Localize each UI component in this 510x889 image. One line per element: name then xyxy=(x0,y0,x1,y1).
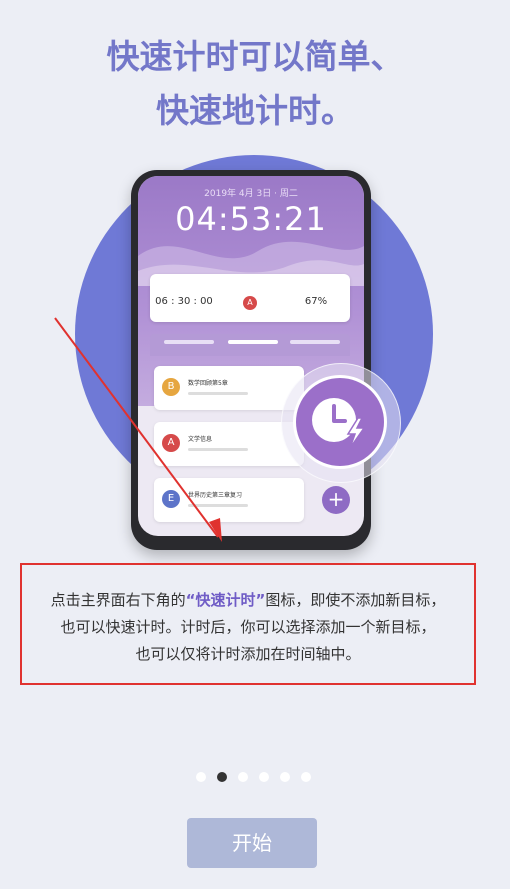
list-item-badge: E xyxy=(162,490,180,508)
page-dot[interactable] xyxy=(238,772,248,782)
clock-display: 04:53:21 xyxy=(175,200,327,238)
stat-percent: 67% xyxy=(286,282,346,307)
page-indicator xyxy=(196,772,316,784)
start-button[interactable]: 开始 xyxy=(187,818,317,868)
description-part-1: 点击主界面右下角的 xyxy=(50,591,186,609)
stat-grade-badge: A xyxy=(243,296,257,310)
list-item-badge: A xyxy=(162,434,180,452)
description-line-2: 也可以快速计时。计时后，你可以选择添加一个新目标， xyxy=(60,618,436,636)
timer-clock-lightning-icon xyxy=(312,398,366,449)
page-dot[interactable] xyxy=(301,772,311,782)
headline: 快速计时可以简单、 快速地计时。 xyxy=(0,30,510,138)
stat-duration: 06 : 30 : 00 xyxy=(154,282,214,307)
description-highlight: “快速计时” xyxy=(185,591,266,609)
list-item-title: 数学回顾第5章 xyxy=(188,380,228,387)
list-item-title: 世界历史第三章复习 xyxy=(188,492,243,499)
list-item-badge: B xyxy=(162,378,180,396)
phone-mockup: 2019年 4月 3日 · 周二 04:53:21 06 : 30 : 00 A… xyxy=(131,170,371,550)
stat-percent-value: 67% xyxy=(304,296,328,307)
description-part-2: 图标，即使不添加新目标， xyxy=(265,591,446,609)
stat-grade: A xyxy=(220,282,280,310)
quick-timer-button[interactable] xyxy=(293,375,387,469)
page-dot-active[interactable] xyxy=(217,772,227,782)
phone-tabbar xyxy=(150,334,350,356)
list-item: E 世界历史第三章复习 xyxy=(154,478,304,522)
page-dot[interactable] xyxy=(259,772,269,782)
date-line: 2019年 4月 3日 · 周二 xyxy=(204,189,298,199)
description-text: 点击主界面右下角的“快速计时”图标，即使不添加新目标， 也可以快速计时。计时后，… xyxy=(22,587,474,668)
stat-duration-value: 06 : 30 : 00 xyxy=(155,296,213,307)
add-target-button: + xyxy=(322,486,350,514)
page-dot[interactable] xyxy=(280,772,290,782)
stats-card: 06 : 30 : 00 A 67% xyxy=(150,274,350,322)
description-line-3: 也可以仅将计时添加在时间轴中。 xyxy=(135,645,361,663)
headline-line-2: 快速地计时。 xyxy=(156,91,354,130)
headline-line-1: 快速计时可以简单、 xyxy=(106,37,404,76)
list-item: B 数学回顾第5章 xyxy=(154,366,304,410)
description-box: 点击主界面右下角的“快速计时”图标，即使不添加新目标， 也可以快速计时。计时后，… xyxy=(20,563,476,685)
list-item-title: 文学信息 xyxy=(188,436,213,443)
page-dot[interactable] xyxy=(196,772,206,782)
